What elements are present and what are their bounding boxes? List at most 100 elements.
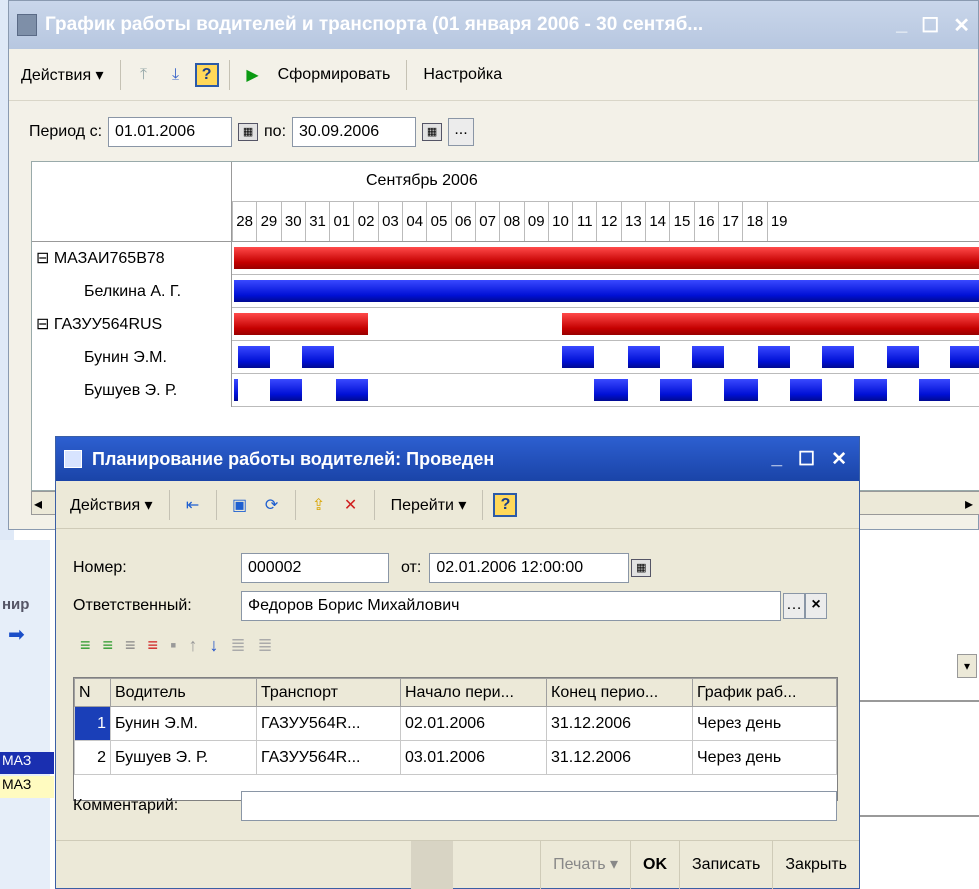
move-down-icon[interactable]: ↓ — [209, 635, 218, 656]
gantt-row[interactable]: ⊟ МАЗАИ765В78 — [32, 242, 979, 275]
gantt-bar[interactable] — [234, 379, 238, 401]
play-icon[interactable]: ▶ — [240, 62, 266, 88]
gantt-row[interactable]: Белкина А. Г. — [32, 275, 979, 308]
gantt-bar[interactable] — [562, 313, 979, 335]
post-icon[interactable]: ⇪ — [306, 492, 332, 518]
help-button[interactable]: ? — [194, 62, 219, 87]
goto-menu[interactable]: Перейти ▾ — [385, 491, 473, 519]
gantt-bar[interactable] — [790, 379, 822, 401]
period-to-field[interactable]: 30.09.2006 — [292, 117, 417, 147]
gantt-bar[interactable] — [302, 346, 334, 368]
move-up-icon[interactable]: ⤒ — [131, 62, 157, 88]
gantt-bar[interactable] — [562, 346, 594, 368]
gantt-bar[interactable] — [758, 346, 790, 368]
edit-row-icon[interactable]: ≡ — [125, 635, 136, 656]
table-cell[interactable]: ГАЗУУ564R... — [256, 740, 401, 775]
select-responsible-button[interactable]: … — [783, 593, 805, 619]
gantt-bar[interactable] — [594, 379, 628, 401]
close-button[interactable]: Закрыть — [772, 840, 859, 889]
gantt-bar[interactable] — [234, 247, 979, 269]
gantt-row[interactable]: Бунин Э.М. — [32, 341, 979, 374]
gantt-row-label[interactable]: Белкина А. Г. — [32, 275, 232, 308]
help-button[interactable]: ? — [493, 492, 518, 517]
print-button[interactable]: Печать ▾ — [540, 840, 630, 889]
actions-menu[interactable]: Действия ▾ — [15, 61, 110, 89]
table-cell[interactable]: 1 — [74, 706, 111, 741]
table-cell[interactable]: Через день — [692, 740, 837, 775]
gantt-bar[interactable] — [887, 346, 919, 368]
settings-button[interactable]: Настройка — [417, 62, 508, 88]
gantt-bar[interactable] — [270, 379, 302, 401]
scroll-left-icon[interactable]: ◂ — [34, 494, 42, 514]
gantt-bar[interactable] — [628, 346, 660, 368]
close-icon[interactable]: ✕ — [831, 448, 847, 471]
column-header[interactable]: Водитель — [110, 678, 257, 707]
gantt-bar[interactable] — [724, 379, 758, 401]
gantt-row[interactable]: ⊟ ГАЗУУ564RUS — [32, 308, 979, 341]
table-cell[interactable]: Бунин Э.М. — [110, 706, 257, 741]
ok-button[interactable]: OK — [630, 840, 679, 889]
table-cell[interactable]: 31.12.2006 — [546, 706, 693, 741]
column-header[interactable]: График раб... — [692, 678, 837, 707]
close-icon[interactable]: ✕ — [953, 13, 970, 38]
table-row[interactable]: 2 Бушуев Э. Р. ГАЗУУ564R... 03.01.2006 3… — [74, 740, 837, 775]
delete-row-icon[interactable]: ≡ — [148, 635, 159, 656]
maximize-icon[interactable]: ☐ — [921, 13, 939, 38]
main-title-bar[interactable]: График работы водителей и транспорта (01… — [9, 1, 978, 49]
scroll-right-icon[interactable]: ▸ — [965, 494, 973, 514]
clear-responsible-button[interactable]: × — [805, 593, 827, 619]
number-field[interactable]: 000002 — [241, 553, 389, 583]
table-cell[interactable]: 02.01.2006 — [400, 706, 547, 741]
table-cell[interactable]: 2 — [74, 740, 111, 775]
copy-row-icon[interactable]: ≡ — [103, 635, 114, 656]
gantt-bar[interactable] — [238, 346, 270, 368]
table-cell[interactable]: Бушуев Э. Р. — [110, 740, 257, 775]
gantt-bar[interactable] — [822, 346, 854, 368]
date-field[interactable]: 02.01.2006 12:00:00 — [429, 553, 630, 583]
gantt-bar[interactable] — [234, 280, 979, 302]
unpost-icon[interactable]: ✕ — [338, 492, 364, 518]
column-header[interactable]: Конец перио... — [546, 678, 693, 707]
move-up-icon[interactable]: ↑ — [188, 635, 197, 656]
generate-button[interactable]: Сформировать — [272, 62, 397, 88]
calendar-icon[interactable]: ▦ — [631, 559, 652, 577]
save-button[interactable]: Записать — [679, 840, 772, 889]
gantt-row-label[interactable]: Бунин Э.М. — [32, 341, 232, 374]
sort-desc-icon[interactable]: ≣ — [258, 635, 273, 656]
gantt-bar[interactable] — [234, 313, 368, 335]
move-down-icon[interactable]: ⤓ — [163, 62, 189, 88]
minimize-icon[interactable]: _ — [771, 448, 782, 471]
back-icon[interactable]: ⇤ — [180, 492, 206, 518]
gantt-row-label[interactable]: ⊟ МАЗАИ765В78 — [32, 242, 232, 275]
add-row-icon[interactable]: ≡ — [80, 635, 91, 656]
column-header[interactable]: Транспорт — [256, 678, 401, 707]
table-cell[interactable]: 03.01.2006 — [400, 740, 547, 775]
comment-field[interactable] — [241, 791, 837, 821]
dialog-actions-menu[interactable]: Действия ▾ — [64, 491, 159, 519]
gantt-bar[interactable] — [950, 346, 979, 368]
gantt-row-label[interactable]: Бушуев Э. Р. — [32, 374, 232, 407]
gantt-bar[interactable] — [919, 379, 950, 401]
table-row[interactable]: 1 Бунин Э.М. ГАЗУУ564R... 02.01.2006 31.… — [74, 706, 837, 741]
structure-icon[interactable]: ▣ — [227, 492, 253, 518]
scroll-down-icon[interactable]: ▾ — [957, 654, 977, 678]
period-from-field[interactable]: 01.01.2006 — [108, 117, 233, 147]
gantt-bar[interactable] — [336, 379, 368, 401]
dialog-title-bar[interactable]: Планирование работы водителей: Проведен … — [56, 437, 859, 481]
refresh-icon[interactable]: ⟳ — [259, 492, 285, 518]
column-header[interactable]: N — [74, 678, 111, 707]
gantt-bar[interactable] — [854, 379, 887, 401]
calendar-icon[interactable]: ▦ — [238, 123, 259, 141]
gantt-row-label[interactable]: ⊟ ГАЗУУ564RUS — [32, 308, 232, 341]
minimize-icon[interactable]: _ — [896, 13, 907, 38]
sort-asc-icon[interactable]: ≣ — [230, 635, 245, 656]
maximize-icon[interactable]: ☐ — [798, 448, 815, 471]
table-cell[interactable]: 31.12.2006 — [546, 740, 693, 775]
period-select-button[interactable]: ... — [448, 118, 475, 146]
table-cell[interactable]: Через день — [692, 706, 837, 741]
column-header[interactable]: Начало пери... — [400, 678, 547, 707]
gantt-bar[interactable] — [692, 346, 724, 368]
gantt-row[interactable]: Бушуев Э. Р. — [32, 374, 979, 407]
responsible-field[interactable]: Федоров Борис Михайлович — [241, 591, 781, 621]
calendar-icon[interactable]: ▦ — [422, 123, 443, 141]
